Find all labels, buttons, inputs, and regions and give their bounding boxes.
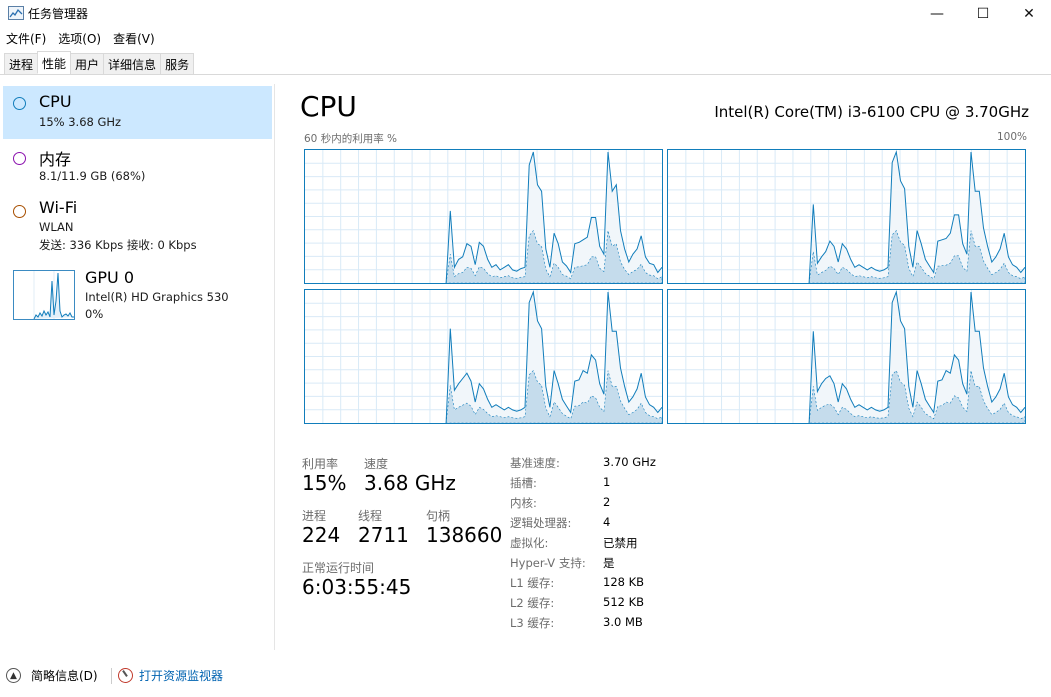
handles-label: 句柄 [426,509,451,523]
graph-max-label: 100% [996,131,1027,143]
close-button[interactable]: ✕ [1006,0,1051,28]
threads-label: 线程 [358,509,383,523]
sidebar-memory-title: 内存 [39,150,72,169]
spec-label: L2 缓存: [510,596,555,610]
cpu-core-graph-2 [304,289,663,424]
uptime-value: 6:03:55:45 [302,575,412,599]
menu-bar: 文件(F) 选项(O) 查看(V) [0,28,161,48]
utilization-label: 利用率 [302,457,339,471]
tab-services[interactable]: 服务 [160,53,195,74]
task-manager-icon [8,6,24,20]
open-resource-monitor-link[interactable]: 打开资源监视器 [118,667,223,684]
tab-processes[interactable]: 进程 [4,53,39,74]
cpu-model-name: Intel(R) Core(TM) i3-6100 CPU @ 3.70GHz [714,103,1029,121]
processes-value: 224 [302,523,341,547]
tab-details[interactable]: 详细信息 [103,53,162,74]
spec-label: L3 缓存: [510,616,555,630]
sidebar-wifi-sub1: WLAN [39,220,74,234]
spec-value: 3.0 MB [603,615,643,629]
wifi-circle-icon [13,205,26,218]
menu-options[interactable]: 选项(O) [52,28,107,48]
memory-circle-icon [13,152,26,165]
utilization-value: 15% [302,471,347,495]
resource-monitor-label: 打开资源监视器 [139,669,224,683]
spec-label: 插槽: [510,476,537,490]
sidebar-item-gpu[interactable]: GPU 0 Intel(R) HD Graphics 530 0% [3,266,272,326]
menu-view[interactable]: 查看(V) [107,28,161,48]
page-title: CPU [300,90,357,123]
sidebar-gpu-title: GPU 0 [85,268,135,287]
menu-file[interactable]: 文件(F) [0,28,52,48]
processes-label: 进程 [302,509,327,523]
spec-value: 1 [603,475,611,489]
tab-performance[interactable]: 性能 [37,51,72,74]
uptime-label: 正常运行时间 [302,561,375,575]
fewer-details-label: 简略信息(D) [31,669,98,683]
maximize-icon: ☐ [976,6,990,22]
tab-users[interactable]: 用户 [70,53,105,74]
cpu-core-graph-1 [667,149,1026,284]
spec-value: 128 KB [603,575,645,589]
sidebar-gpu-sub1: Intel(R) HD Graphics 530 [85,290,229,304]
speed-value: 3.68 GHz [364,471,456,495]
title-bar: 任务管理器 — ☐ ✕ [0,0,1051,28]
spec-value: 是 [603,556,615,570]
cpu-core-graph-0 [304,149,663,284]
spec-label: 虚拟化: [510,536,549,550]
sidebar-wifi-sub2: 发送: 336 Kbps 接收: 0 Kbps [39,238,197,252]
minimize-button[interactable]: — [914,0,960,28]
close-icon: ✕ [1023,6,1035,22]
sidebar-wifi-title: Wi-Fi [39,198,78,217]
maximize-button[interactable]: ☐ [960,0,1006,28]
spec-label: 逻辑处理器: [510,516,572,530]
graph-caption: 60 秒内的利用率 % [304,133,398,145]
minimize-icon: — [930,6,944,22]
spec-value: 已禁用 [603,536,638,550]
divider [111,668,112,684]
resource-sidebar: CPU 15% 3.68 GHz 内存 8.1/11.9 GB (68%) Wi… [0,84,275,650]
cpu-circle-icon [13,97,26,110]
spec-value: 512 KB [603,595,645,609]
sidebar-item-cpu[interactable]: CPU 15% 3.68 GHz [3,86,272,139]
threads-value: 2711 [358,523,409,547]
sidebar-item-wifi[interactable]: Wi-Fi WLAN 发送: 336 Kbps 接收: 0 Kbps [3,194,272,262]
spec-value: 3.70 GHz [603,455,656,469]
speed-label: 速度 [364,457,389,471]
sidebar-memory-sub: 8.1/11.9 GB (68%) [39,169,146,183]
handles-value: 138660 [426,523,503,547]
sidebar-gpu-sub2: 0% [85,307,104,321]
window-title: 任务管理器 [28,7,89,21]
spec-value: 4 [603,515,611,529]
resource-monitor-icon [118,668,133,683]
sidebar-item-memory[interactable]: 内存 8.1/11.9 GB (68%) [3,141,272,193]
bottom-bar: ▲ 简略信息(D) 打开资源监视器 [0,664,1051,688]
gpu-thumbnail-graph [13,270,75,320]
fewer-details-button[interactable]: ▲ 简略信息(D) [6,667,98,684]
spec-label: 内核: [510,496,537,510]
tab-bar: 进程 性能 用户 详细信息 服务 [0,51,1051,75]
spec-label: 基准速度: [510,456,560,470]
spec-value: 2 [603,495,611,509]
chevron-up-icon: ▲ [6,668,21,683]
sidebar-cpu-sub: 15% 3.68 GHz [39,115,122,129]
spec-label: L1 缓存: [510,576,555,590]
cpu-core-graph-3 [667,289,1026,424]
spec-label: Hyper-V 支持: [510,556,586,570]
sidebar-cpu-title: CPU [39,92,72,111]
